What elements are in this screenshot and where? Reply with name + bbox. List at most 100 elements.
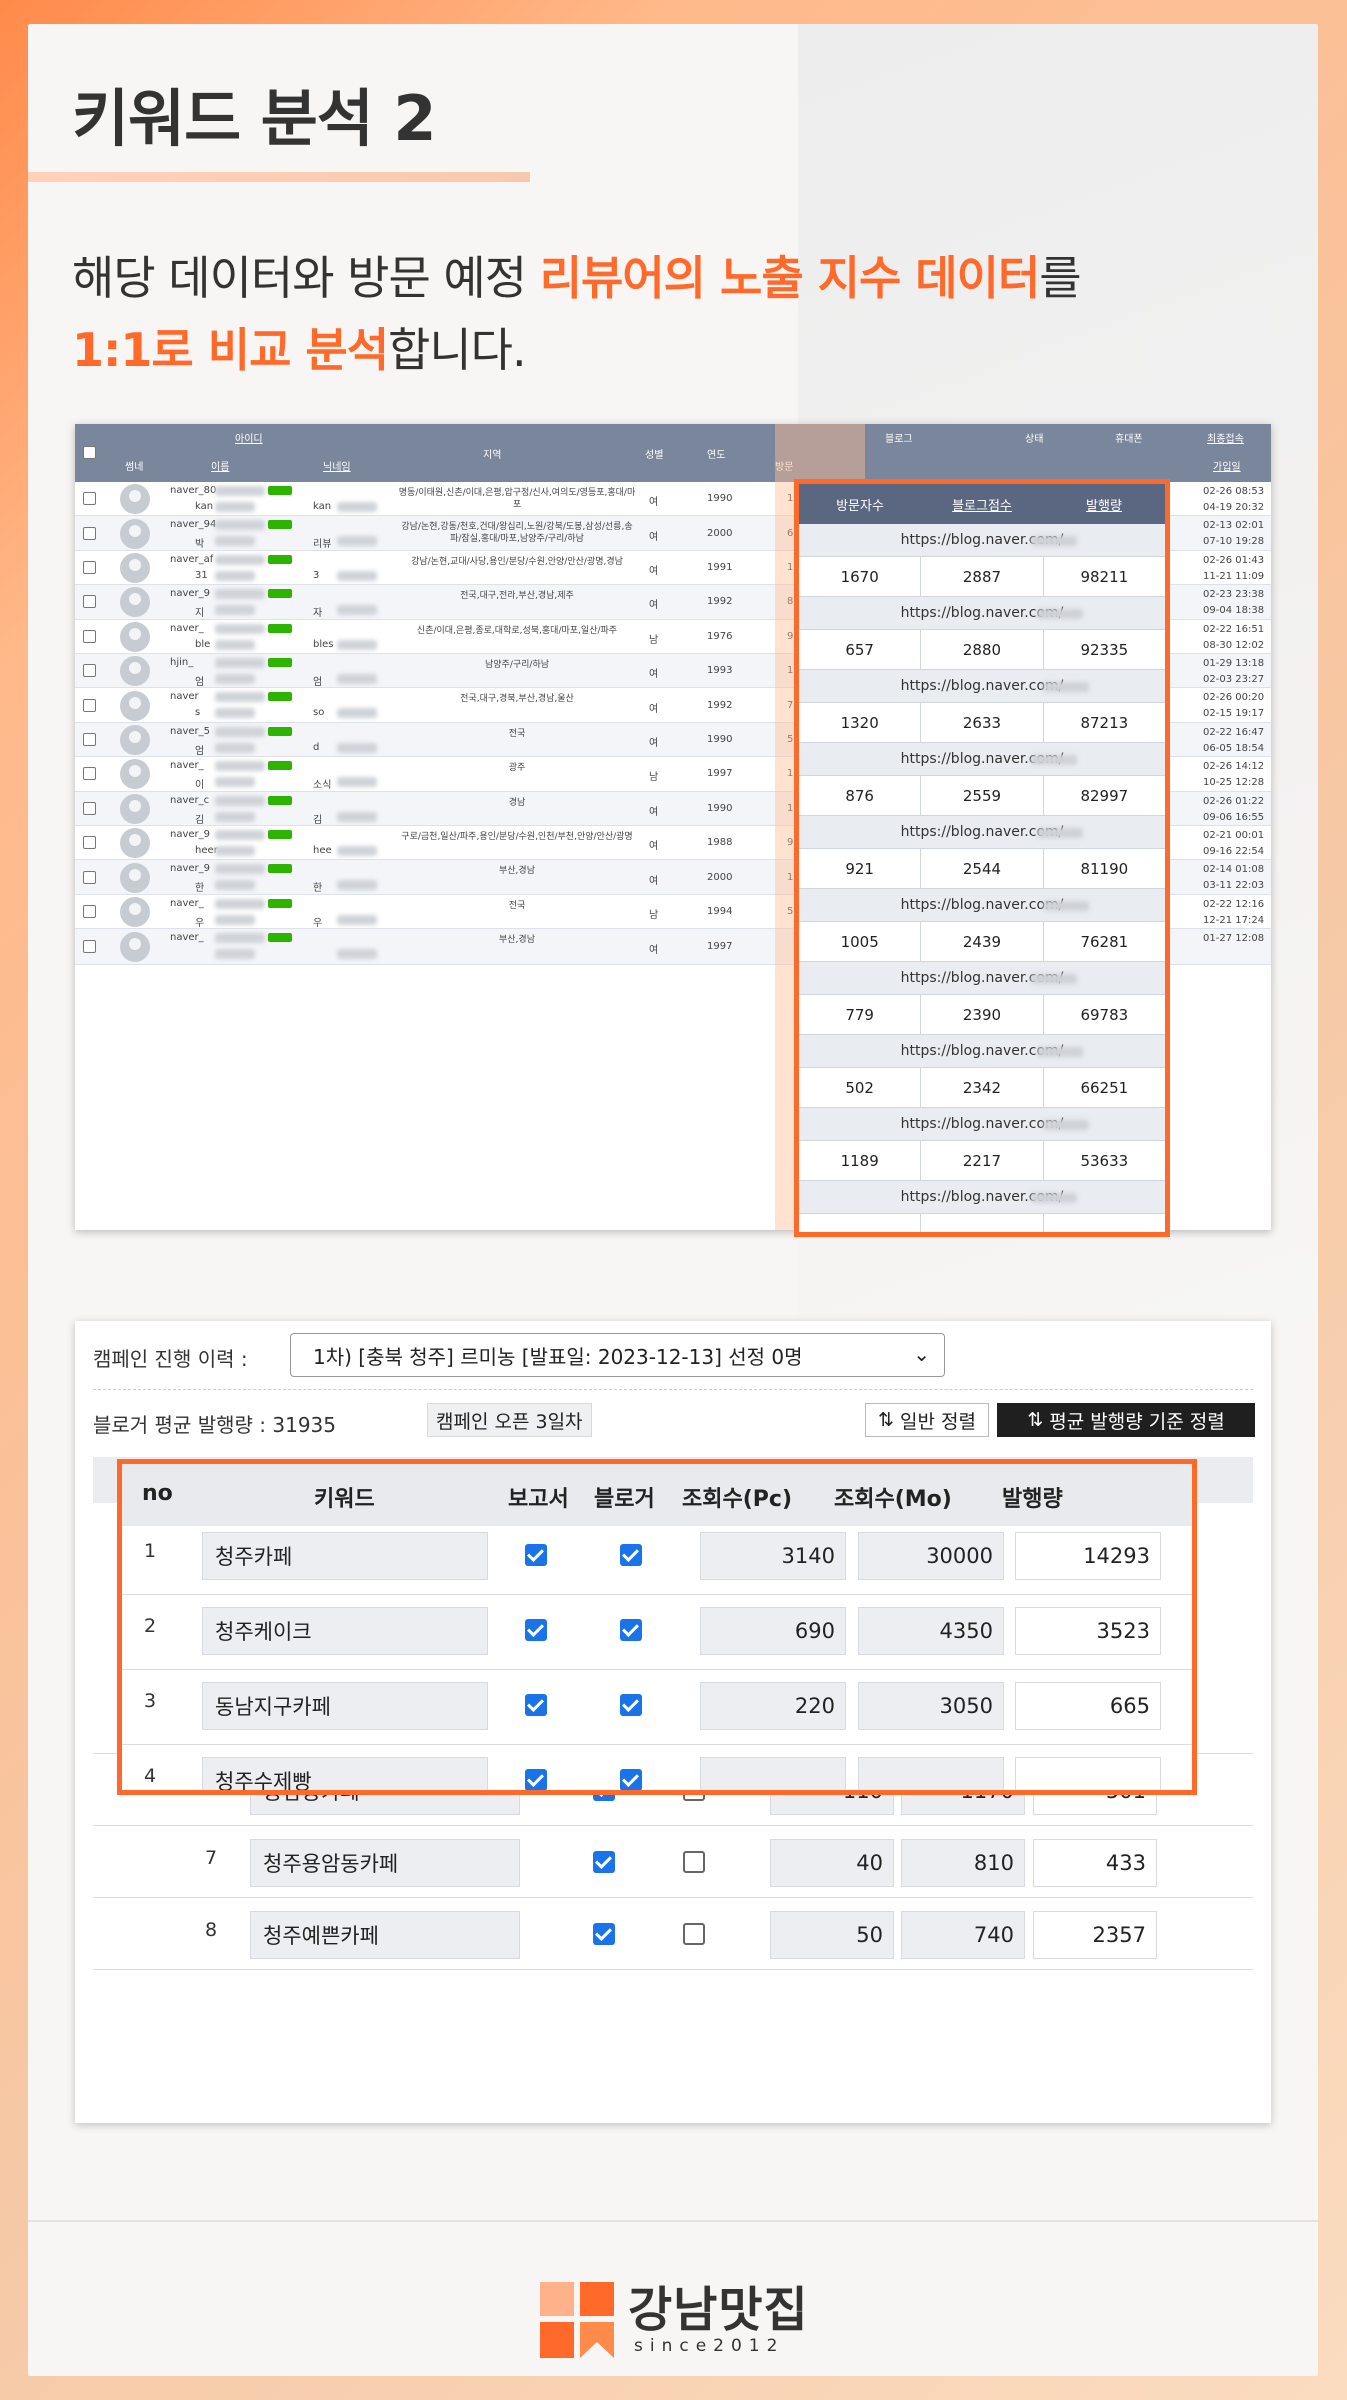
blog-url[interactable]: https://blog.naver.com/ [799, 816, 1165, 849]
post-count-field[interactable] [1015, 1757, 1161, 1790]
report-checkbox[interactable] [525, 1619, 547, 1641]
blog-url[interactable]: https://blog.naver.com/ [799, 597, 1165, 630]
header-nick[interactable]: 닉네임 [323, 458, 351, 473]
intro-line2-highlight: 1:1로 비교 분석 [72, 323, 389, 377]
blog-url[interactable]: https://blog.naver.com/ [799, 524, 1165, 557]
blogger-id[interactable]: naver_ [170, 623, 204, 634]
header-id[interactable]: 아이디 [235, 430, 263, 445]
report-checkbox[interactable] [525, 1769, 547, 1790]
keyword-input[interactable]: 청주용암동카페 [250, 1839, 520, 1887]
row-checkbox[interactable] [83, 732, 96, 746]
sort-average-button[interactable]: ⇅ 평균 발행량 기준 정렬 [997, 1403, 1255, 1437]
row-checkbox[interactable] [83, 904, 96, 918]
blogger-gender: 여 [649, 875, 659, 887]
blogger-id[interactable]: naver_ [170, 760, 204, 771]
blogger-id[interactable]: naver_9 [170, 588, 210, 599]
select-all-checkbox[interactable] [83, 446, 96, 459]
joined-date: 03-11 22:03 [1203, 880, 1265, 892]
blogger-id[interactable]: naver_ [170, 898, 204, 909]
blurred-text [215, 486, 265, 496]
naver-badge-icon [268, 830, 292, 839]
blog-url[interactable]: https://blog.naver.com/ [799, 1181, 1165, 1214]
row-checkbox[interactable] [83, 560, 96, 574]
blogger-year: 1988 [707, 837, 733, 849]
header-joined[interactable]: 가입일 [1213, 458, 1241, 473]
blogger-id[interactable]: naver_5 [170, 726, 210, 737]
blurred-text [215, 708, 255, 719]
mobile-views-field: 810 [901, 1839, 1025, 1887]
post-count-field[interactable]: 433 [1033, 1839, 1157, 1887]
avatar [120, 896, 150, 927]
row-checkbox[interactable] [83, 801, 96, 815]
blogger-id[interactable]: naver_80 [170, 485, 216, 496]
row-checkbox[interactable] [83, 940, 96, 954]
blog-url[interactable]: https://blog.naver.com/ [799, 670, 1165, 703]
blogger-region: 명동/이태원,신촌/이대,은평,압구정/신사,여의도/영등포,홍대/마포 [398, 488, 636, 510]
header-last-login[interactable]: 최종접속 [1207, 430, 1244, 445]
post-count-field[interactable]: 2357 [1033, 1911, 1157, 1959]
keyword-input[interactable]: 청주수제빵 [202, 1757, 488, 1790]
header-region: 지역 [483, 450, 502, 461]
blurred-text [1043, 901, 1089, 911]
report-checkbox[interactable] [525, 1544, 547, 1566]
blogger-id[interactable]: naver_9 [170, 829, 210, 840]
header-name[interactable]: 이름 [211, 458, 229, 473]
blurred-text [337, 570, 377, 581]
row-checkbox[interactable] [83, 836, 96, 850]
row-checkbox[interactable] [83, 664, 96, 678]
blog-url[interactable]: https://blog.naver.com/ [799, 1035, 1165, 1068]
report-checkbox[interactable] [525, 1694, 547, 1716]
row-checkbox[interactable] [83, 870, 96, 884]
blogger-id[interactable]: naver_ [170, 932, 204, 943]
report-checkbox[interactable] [593, 1851, 615, 1873]
blog-url[interactable]: https://blog.naver.com/ [799, 743, 1165, 776]
blogger-gender: 여 [649, 669, 659, 681]
blogger-gender: 여 [649, 737, 659, 749]
blogger-id[interactable]: naver_c [170, 795, 209, 806]
row-number: 2 [144, 1615, 157, 1637]
blogger-region: 구로/금천,일산/파주,용인/분당/수원,인천/부천,안양/안산/광명 [401, 832, 633, 842]
blogger-id[interactable]: naver [170, 691, 199, 702]
row-divider [93, 1825, 1253, 1826]
blogger-checkbox[interactable] [683, 1923, 705, 1945]
pc-views-field: 40 [770, 1839, 894, 1887]
row-checkbox[interactable] [83, 595, 96, 609]
blog-url[interactable]: https://blog.naver.com/ [799, 1108, 1165, 1141]
keyword-input[interactable]: 청주카페 [202, 1532, 488, 1580]
post-count-field[interactable]: 3523 [1015, 1607, 1161, 1655]
report-checkbox[interactable] [593, 1923, 615, 1945]
posts-header[interactable]: 발행량 [1043, 495, 1165, 514]
blogger-checkbox[interactable] [620, 1619, 642, 1641]
post-count-field[interactable]: 14293 [1015, 1532, 1161, 1580]
row-checkbox[interactable] [83, 767, 96, 781]
row-checkbox[interactable] [83, 526, 96, 540]
row-checkbox[interactable] [83, 698, 96, 712]
blogger-id[interactable]: naver_94 [170, 519, 216, 530]
blogger-gender: 남 [649, 634, 659, 646]
blogger-checkbox[interactable] [620, 1694, 642, 1716]
blogger-year: 1997 [707, 941, 733, 953]
blogger-checkbox[interactable] [620, 1544, 642, 1566]
blurred-text [337, 639, 377, 650]
keyword-input[interactable]: 청주케이크 [202, 1607, 488, 1655]
blog-url[interactable]: https://blog.naver.com/ [799, 889, 1165, 922]
blogger-id[interactable]: naver_9 [170, 863, 210, 874]
blurred-text [1043, 682, 1089, 692]
blog-score-header[interactable]: 블로그점수 [921, 495, 1043, 514]
blog-url[interactable]: https://blog.naver.com/ [799, 962, 1165, 995]
last-login: 02-26 00:20 [1203, 692, 1265, 704]
blogger-nick: 3 [313, 569, 320, 581]
post-count-field[interactable]: 665 [1015, 1682, 1161, 1730]
row-checkbox[interactable] [83, 629, 96, 643]
blogger-checkbox[interactable] [620, 1769, 642, 1790]
blogger-id[interactable]: naver_af [170, 554, 213, 565]
keyword-input[interactable]: 청주예쁜카페 [250, 1911, 520, 1959]
blogger-checkbox[interactable] [683, 1851, 705, 1873]
row-checkbox[interactable] [83, 492, 96, 506]
col-posts: 발행량 [1002, 1487, 1063, 1512]
campaign-history-select[interactable]: 1차) [충북 청주] 르미농 [발표일: 2023-12-13] 선정 0명 … [290, 1333, 945, 1377]
sort-normal-button[interactable]: ⇅ 일반 정렬 [865, 1403, 989, 1437]
keyword-input[interactable]: 동남지구카페 [202, 1682, 488, 1730]
blogger-id[interactable]: hjin_ [170, 657, 193, 668]
blurred-text [215, 761, 265, 772]
